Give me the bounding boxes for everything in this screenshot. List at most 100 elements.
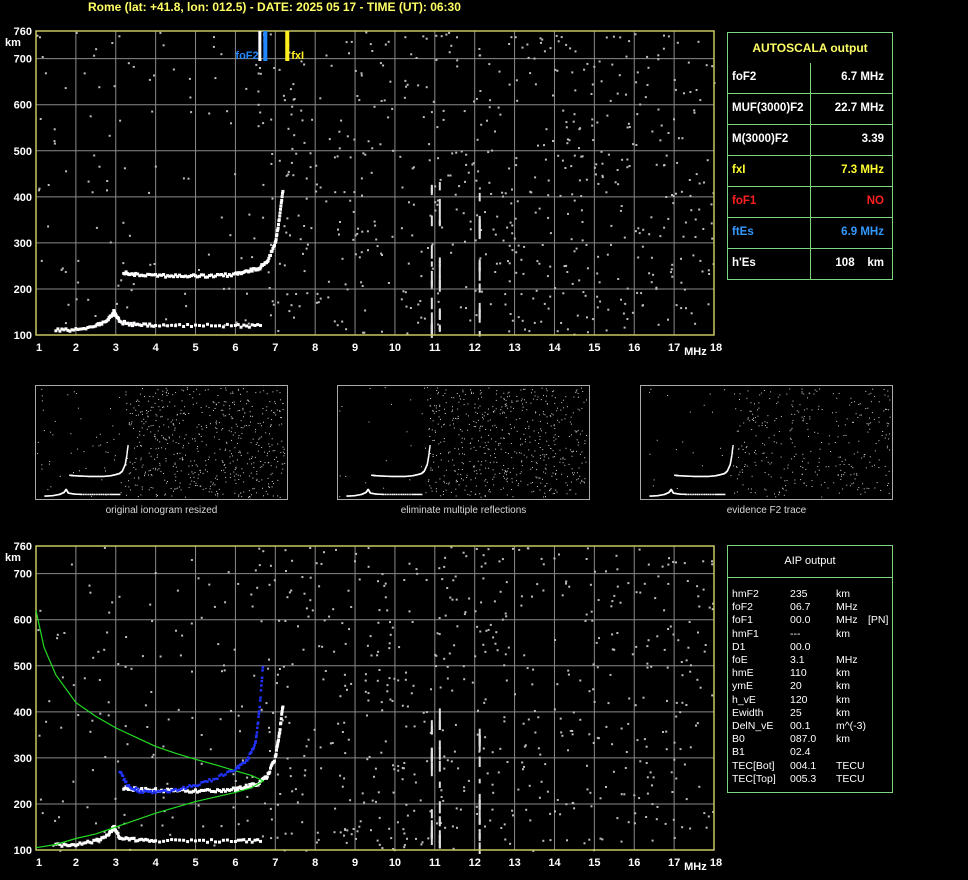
noise-dot [420, 250, 423, 253]
speckle-dot [490, 429, 491, 431]
noise-dot [408, 201, 410, 204]
noise-dot [302, 252, 304, 255]
noise-dot [699, 686, 702, 689]
noise-dot [332, 608, 335, 611]
noise-dot [64, 322, 67, 325]
noise-dot [356, 95, 359, 97]
speckle-dot [270, 465, 272, 467]
aip-unit: MHz [836, 654, 858, 666]
speckle-dot [749, 420, 751, 422]
speckle-dot [112, 425, 114, 427]
noise-dot [365, 31, 368, 34]
noise-speckle [37, 546, 715, 854]
noise-dot [590, 610, 593, 613]
trace-point [404, 493, 407, 496]
noise-dot [533, 321, 536, 324]
noise-dot [53, 128, 56, 131]
noise-dot [683, 92, 685, 95]
noise-dot [41, 56, 44, 58]
noise-dot [103, 546, 106, 549]
speckle-dot [270, 424, 272, 426]
speckle-dot [888, 438, 890, 440]
speckle-dot [281, 423, 283, 425]
noise-dot [583, 842, 586, 845]
interference-mark [478, 800, 481, 811]
trace-point [277, 218, 281, 222]
noise-dot [360, 281, 363, 284]
speckle-dot [259, 437, 261, 439]
speckle-dot [649, 391, 651, 393]
noise-dot [707, 269, 710, 272]
speckle-dot [157, 389, 159, 391]
noise-dot [417, 303, 420, 306]
speckle-dot [751, 419, 753, 421]
speckle-dot [96, 436, 97, 438]
aip-name: TEC[Top] [732, 772, 776, 785]
speckle-dot [553, 425, 555, 427]
speckle-dot [761, 422, 763, 424]
speckle-dot [156, 456, 158, 458]
trace-point [198, 324, 201, 327]
speckle-dot [578, 441, 580, 443]
noise-dot [552, 140, 554, 142]
noise-dot [625, 55, 628, 58]
autoscala-param-value: 3.39 [861, 133, 884, 145]
speckle-dot [873, 418, 875, 420]
speckle-dot [506, 405, 508, 407]
noise-dot [438, 633, 441, 636]
speckle-dot [492, 405, 494, 407]
speckle-dot [791, 442, 793, 444]
autoscala-param-value: 108 km [835, 257, 884, 269]
noise-dot [378, 843, 381, 846]
speckle-dot [865, 467, 867, 469]
speckle-dot [751, 429, 753, 431]
noise-dot [108, 134, 111, 137]
noise-dot [98, 86, 101, 89]
speckle-dot [165, 387, 167, 389]
noise-dot [496, 649, 499, 652]
speckle-dot [158, 447, 160, 449]
noise-dot [420, 843, 423, 846]
speckle-dot [67, 394, 69, 396]
noise-dot [698, 605, 701, 608]
speckle-dot [168, 392, 169, 394]
y-tick-label: 500 [14, 661, 32, 673]
speckle-dot [232, 434, 234, 436]
trace-point [428, 448, 431, 450]
speckle-dot [525, 428, 527, 429]
noise-dot [580, 209, 583, 212]
speckle-dot [180, 489, 182, 491]
aip-row: hmE 110 km [732, 667, 890, 680]
speckle-dot [496, 461, 498, 463]
speckle-dot [889, 416, 891, 418]
noise-dot [376, 839, 379, 842]
speckle-dot [138, 400, 140, 402]
noise-dot [408, 610, 411, 613]
speckle-dot [128, 473, 130, 475]
speckle-dot [209, 488, 211, 490]
speckle-dot [278, 424, 280, 426]
speckle-dot [838, 474, 839, 476]
caption-evidence: evidence F2 trace [726, 505, 807, 516]
speckle-dot [157, 495, 158, 496]
speckle-dot [493, 461, 495, 463]
speckle-dot [207, 389, 209, 391]
speckle-dot [269, 433, 270, 435]
speckle-dot [188, 473, 190, 475]
trace-point [402, 493, 405, 496]
speckle-dot [167, 442, 169, 444]
speckle-dot [534, 391, 536, 393]
noise-dot [475, 314, 478, 317]
trace-point [260, 679, 263, 683]
autoscala-value-cell: 3.39 [810, 125, 892, 155]
speckle-dot [816, 390, 818, 392]
speckle-dot [546, 422, 548, 424]
speckle-dot [819, 388, 821, 390]
speckle-dot [452, 409, 453, 411]
speckle-dot [210, 485, 211, 487]
speckle-dot [527, 484, 529, 486]
speckle-dot [581, 451, 583, 453]
noise-dot [86, 806, 89, 809]
speckle-dot [222, 461, 224, 463]
speckle-dot [869, 461, 871, 463]
